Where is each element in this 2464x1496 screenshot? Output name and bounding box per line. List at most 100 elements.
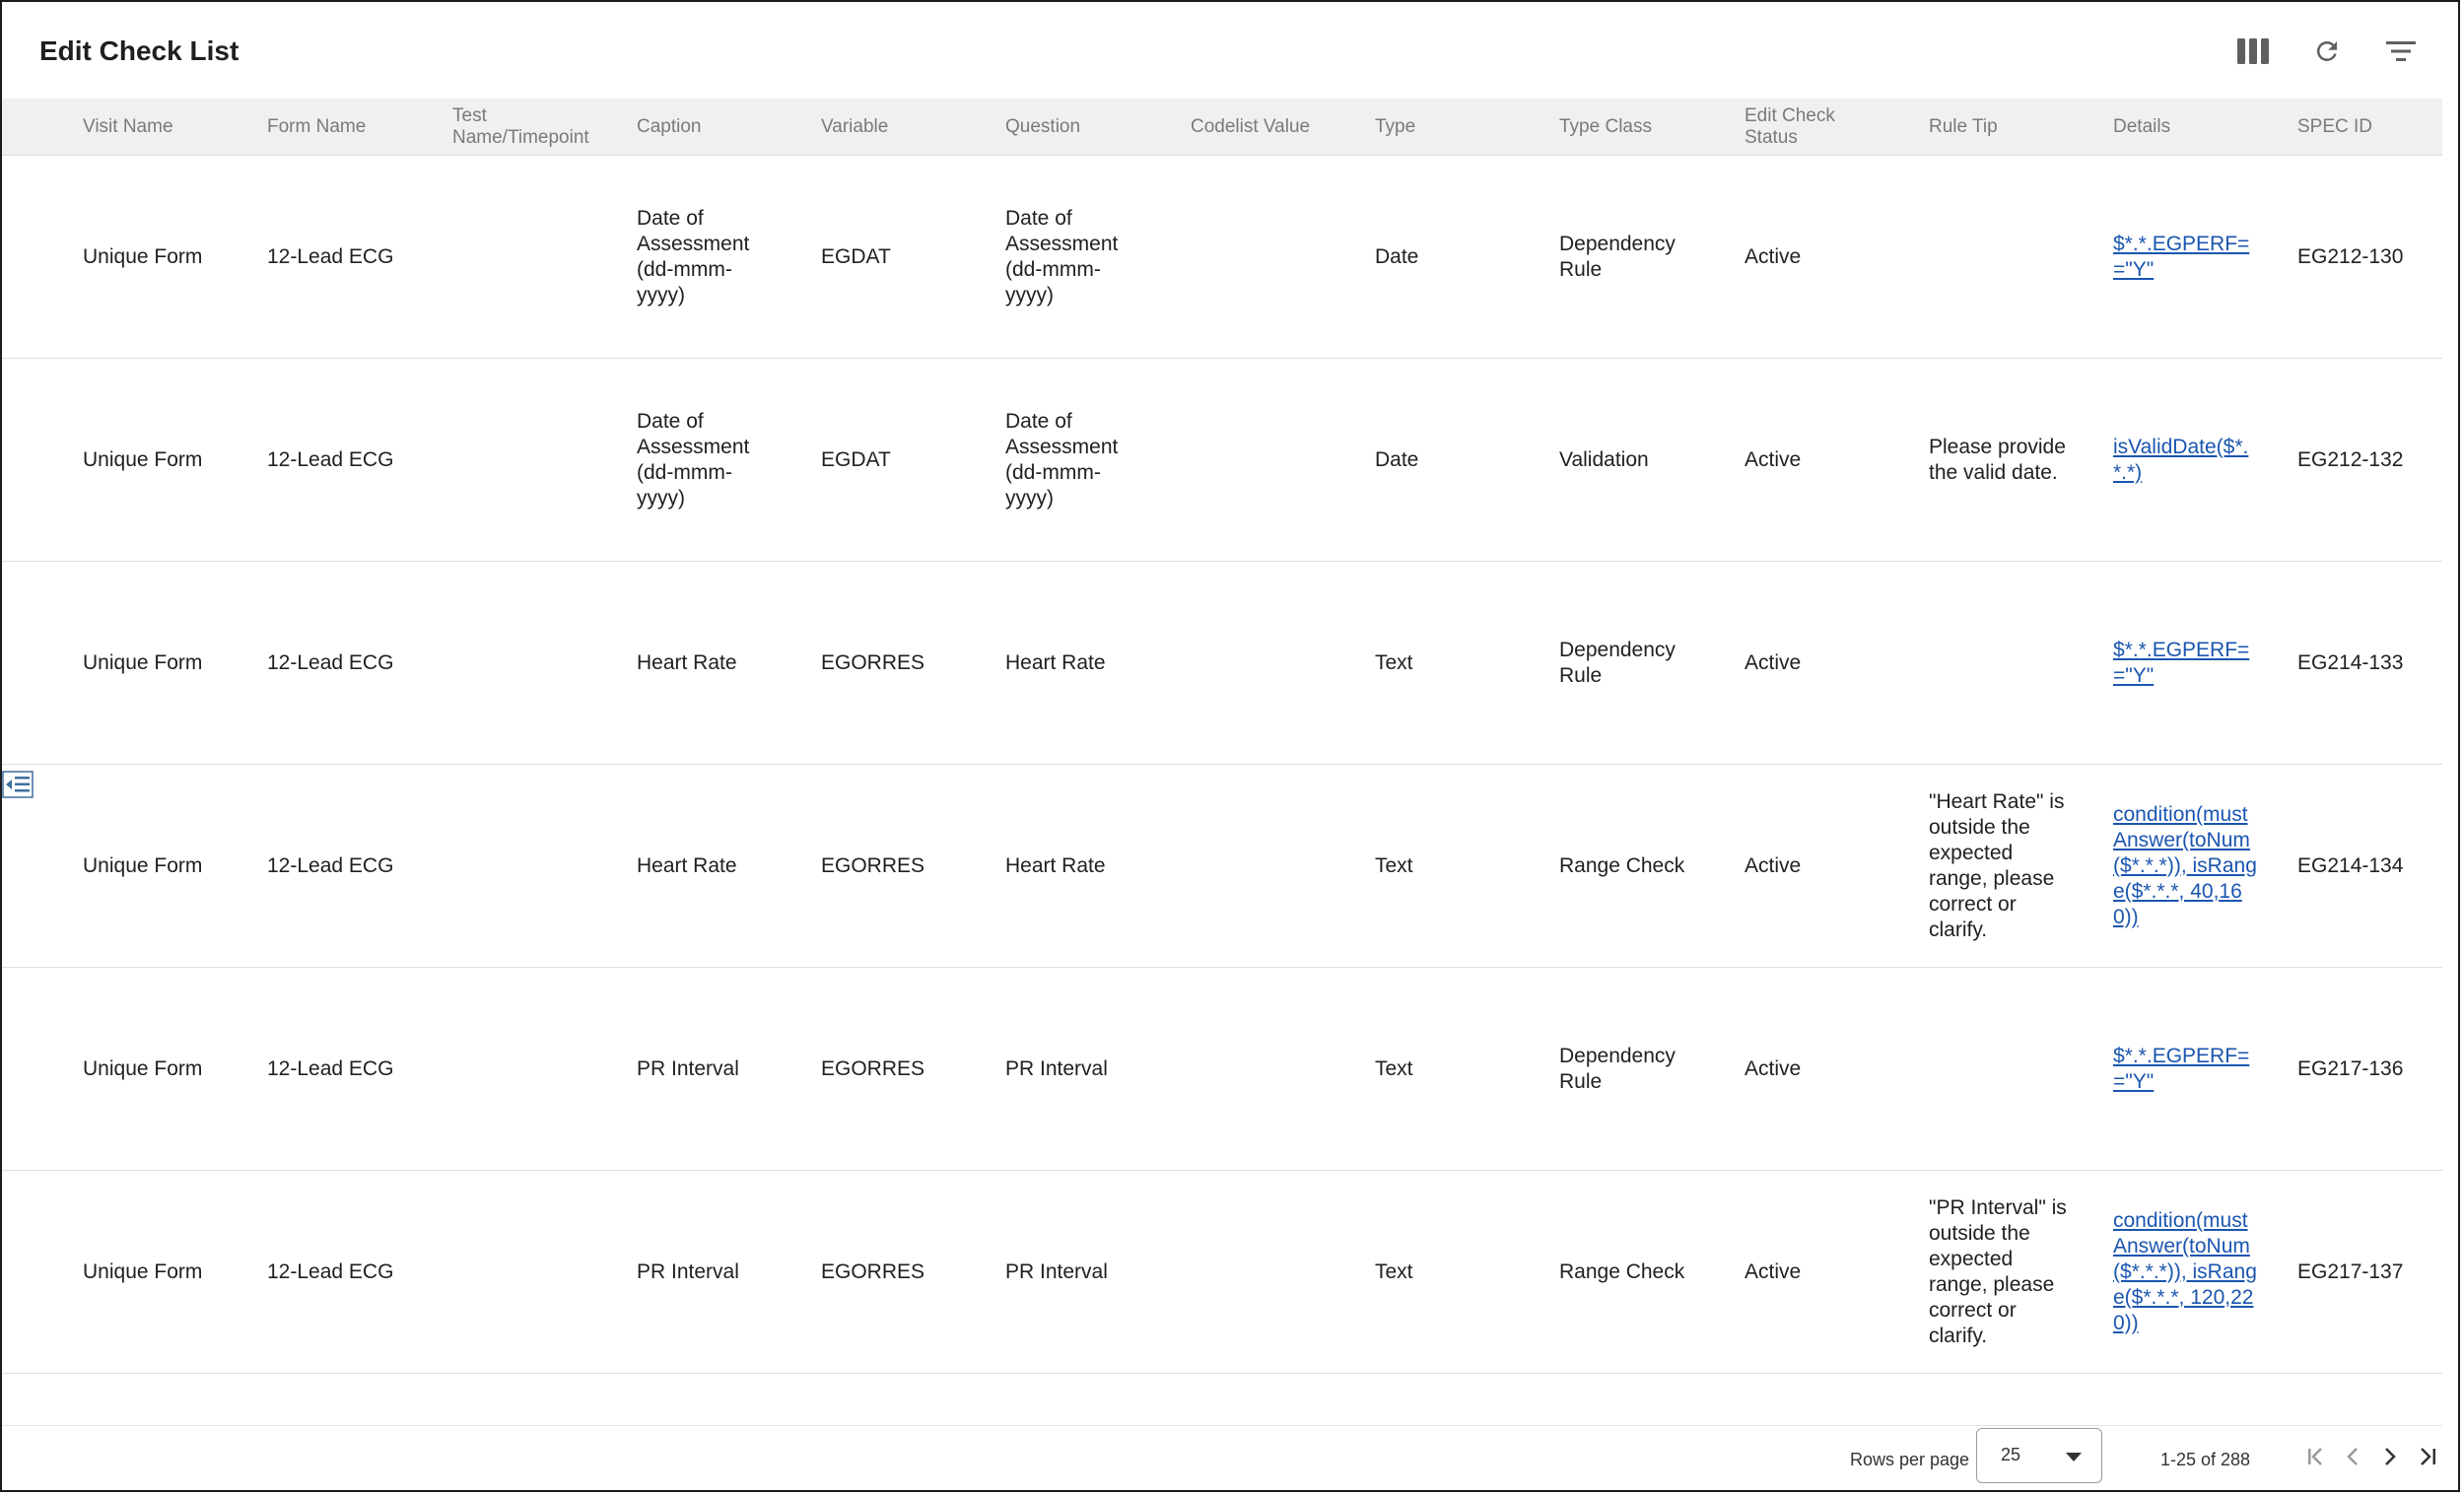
table-header-row: Visit Name Form Name Test Name/Timepoint… bbox=[2, 99, 2442, 156]
cell-caption: Heart Rate bbox=[637, 650, 737, 674]
cell-type: Date bbox=[1375, 244, 1419, 268]
edit-check-list-window: Edit Check List Visit Name Form Name Tes… bbox=[0, 0, 2460, 1492]
cell-variable: EGORRES bbox=[821, 1259, 925, 1283]
cell-rule-tip: "Heart Rate" is outside the expected ran… bbox=[1929, 789, 2065, 941]
table-row[interactable]: Unique Form 12-Lead ECG Heart Rate EGORR… bbox=[2, 765, 2442, 968]
cell-status: Active bbox=[1745, 1056, 1802, 1080]
cell-spec-id: EG217-136 bbox=[2297, 1056, 2404, 1080]
cell-details: $*.*.EGPERF=="Y" bbox=[2113, 968, 2261, 1170]
title-bar: Edit Check List bbox=[2, 2, 2458, 99]
cell-rule-tip bbox=[1929, 968, 2077, 1170]
column-header-visit-name[interactable]: Visit Name bbox=[83, 99, 250, 156]
cell-spec-id: EG212-130 bbox=[2297, 244, 2404, 268]
cell-codelist-value bbox=[1191, 156, 1358, 358]
cell-type: Text bbox=[1375, 1259, 1413, 1283]
column-header-type-class[interactable]: Type Class bbox=[1559, 99, 1727, 156]
cell-visit-name: Unique Form bbox=[83, 853, 203, 877]
chevron-right-icon bbox=[2385, 1448, 2396, 1465]
column-header-details[interactable]: Details bbox=[2113, 99, 2281, 156]
cell-rule-tip bbox=[1929, 562, 2077, 764]
cell-test-name bbox=[452, 562, 620, 764]
table-row[interactable]: Unique Form 12-Lead ECG Date of Assessme… bbox=[2, 156, 2442, 359]
cell-question: Date of Assessment (dd-mmm-yyyy) bbox=[1005, 206, 1119, 306]
cell-caption: Heart Rate bbox=[637, 853, 737, 877]
refresh-button[interactable] bbox=[2305, 30, 2349, 73]
pagination-range-text: 1-25 of 288 bbox=[2160, 1450, 2251, 1469]
cell-details: condition(mustAnswer(toNum($*.*.*)), isR… bbox=[2113, 765, 2261, 967]
details-link[interactable]: isValidDate($*.*.*) bbox=[2113, 435, 2261, 486]
filter-button[interactable] bbox=[2379, 30, 2423, 73]
cell-codelist-value bbox=[1191, 1171, 1358, 1373]
table-row[interactable]: Unique Form 12-Lead ECG PR Interval EGOR… bbox=[2, 968, 2442, 1171]
details-link[interactable]: condition(mustAnswer(toNum($*.*.*)), isR… bbox=[2113, 1208, 2261, 1336]
cell-visit-name: Unique Form bbox=[83, 244, 203, 268]
first-page-icon bbox=[2308, 1448, 2322, 1465]
first-page-button[interactable] bbox=[2301, 1442, 2331, 1471]
cell-type-class: Validation bbox=[1559, 447, 1649, 471]
cell-spec-id: EG214-133 bbox=[2297, 650, 2404, 674]
cell-question: Date of Assessment (dd-mmm-yyyy) bbox=[1005, 409, 1119, 510]
details-link[interactable]: condition(mustAnswer(toNum($*.*.*)), isR… bbox=[2113, 802, 2261, 930]
cell-test-name bbox=[452, 1171, 620, 1373]
last-page-button[interactable] bbox=[2413, 1442, 2442, 1471]
table-row[interactable]: Unique Form 12-Lead ECG Date of Assessme… bbox=[2, 359, 2442, 562]
cell-visit-name: Unique Form bbox=[83, 650, 203, 674]
cell-status: Active bbox=[1745, 853, 1802, 877]
columns-button[interactable] bbox=[2231, 30, 2275, 73]
cell-test-name bbox=[452, 359, 620, 561]
column-header-type[interactable]: Type bbox=[1375, 99, 1542, 156]
column-header-edit-check-status[interactable]: Edit Check Status bbox=[1745, 99, 1863, 156]
cell-details: $*.*.EGPERF=="Y" bbox=[2113, 562, 2261, 764]
cell-status: Active bbox=[1745, 650, 1802, 674]
cell-form-name: 12-Lead ECG bbox=[267, 244, 394, 268]
cell-form-name: 12-Lead ECG bbox=[267, 1056, 394, 1080]
cell-details: isValidDate($*.*.*) bbox=[2113, 359, 2261, 561]
cell-type: Text bbox=[1375, 1056, 1413, 1080]
table-row[interactable]: Unique Form 12-Lead ECG PR Interval EGOR… bbox=[2, 1171, 2442, 1374]
details-link[interactable]: $*.*.EGPERF=="Y" bbox=[2113, 1044, 2261, 1095]
cell-question: PR Interval bbox=[1005, 1056, 1108, 1080]
cell-form-name: 12-Lead ECG bbox=[267, 853, 394, 877]
cell-status: Active bbox=[1745, 244, 1802, 268]
column-header-test-name[interactable]: Test Name/Timepoint bbox=[452, 99, 610, 156]
cell-details: condition(mustAnswer(toNum($*.*.*)), isR… bbox=[2113, 1171, 2261, 1373]
column-header-codelist-value[interactable]: Codelist Value bbox=[1191, 99, 1358, 156]
expand-panel-button[interactable] bbox=[2, 771, 34, 798]
details-link[interactable]: $*.*.EGPERF=="Y" bbox=[2113, 232, 2261, 283]
cell-test-name bbox=[452, 765, 620, 967]
cell-test-name bbox=[452, 156, 620, 358]
cell-visit-name: Unique Form bbox=[83, 1259, 203, 1283]
cell-codelist-value bbox=[1191, 968, 1358, 1170]
next-page-button[interactable] bbox=[2375, 1442, 2405, 1471]
table-row[interactable]: Unique Form 12-Lead ECG Heart Rate EGORR… bbox=[2, 562, 2442, 765]
cell-variable: EGORRES bbox=[821, 650, 925, 674]
column-header-rule-tip[interactable]: Rule Tip bbox=[1929, 99, 2096, 156]
cell-details: $*.*.EGPERF=="Y" bbox=[2113, 156, 2261, 358]
column-header-caption[interactable]: Caption bbox=[637, 99, 804, 156]
cell-spec-id: EG217-137 bbox=[2297, 1259, 2404, 1283]
rows-per-page-select[interactable]: 25 bbox=[1976, 1428, 2102, 1483]
cell-status: Active bbox=[1745, 447, 1802, 471]
cell-caption: PR Interval bbox=[637, 1259, 739, 1283]
last-page-icon bbox=[2421, 1448, 2435, 1465]
cell-caption: PR Interval bbox=[637, 1056, 739, 1080]
cell-caption: Date of Assessment (dd-mmm-yyyy) bbox=[637, 409, 750, 510]
column-header-spec-id[interactable]: SPEC ID bbox=[2297, 99, 2458, 156]
previous-page-button[interactable] bbox=[2338, 1442, 2367, 1471]
cell-form-name: 12-Lead ECG bbox=[267, 1259, 394, 1283]
column-header-form-name[interactable]: Form Name bbox=[267, 99, 435, 156]
cell-type: Text bbox=[1375, 650, 1413, 674]
cell-variable: EGORRES bbox=[821, 1056, 925, 1080]
column-header-variable[interactable]: Variable bbox=[821, 99, 989, 156]
cell-caption: Date of Assessment (dd-mmm-yyyy) bbox=[637, 206, 750, 306]
cell-codelist-value bbox=[1191, 765, 1358, 967]
details-link[interactable]: $*.*.EGPERF=="Y" bbox=[2113, 638, 2261, 689]
column-header-question[interactable]: Question bbox=[1005, 99, 1173, 156]
cell-type-class: Range Check bbox=[1559, 1259, 1685, 1283]
cell-type: Text bbox=[1375, 853, 1413, 877]
cell-form-name: 12-Lead ECG bbox=[267, 447, 394, 471]
cell-form-name: 12-Lead ECG bbox=[267, 650, 394, 674]
cell-spec-id: EG212-132 bbox=[2297, 447, 2404, 471]
cell-type-class: Range Check bbox=[1559, 853, 1685, 877]
filter-icon bbox=[2386, 41, 2416, 61]
